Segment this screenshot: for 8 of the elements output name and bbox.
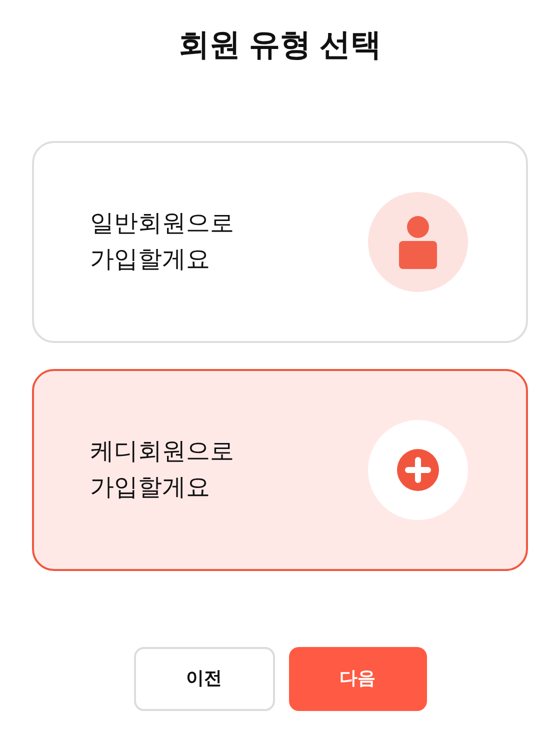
card-label: 일반회원으로 가입할게요: [90, 208, 234, 274]
person-icon: [399, 214, 437, 268]
back-button[interactable]: 이전: [134, 646, 274, 710]
page-title: 회원 유형 선택: [178, 26, 382, 64]
card-label: 케디회원으로 가입할게요: [90, 436, 234, 502]
member-type-card[interactable]: 일반회원으로 가입할게요: [32, 140, 528, 342]
member-type-card[interactable]: 케디회원으로 가입할게요: [32, 368, 528, 570]
plus-icon: [397, 448, 439, 490]
